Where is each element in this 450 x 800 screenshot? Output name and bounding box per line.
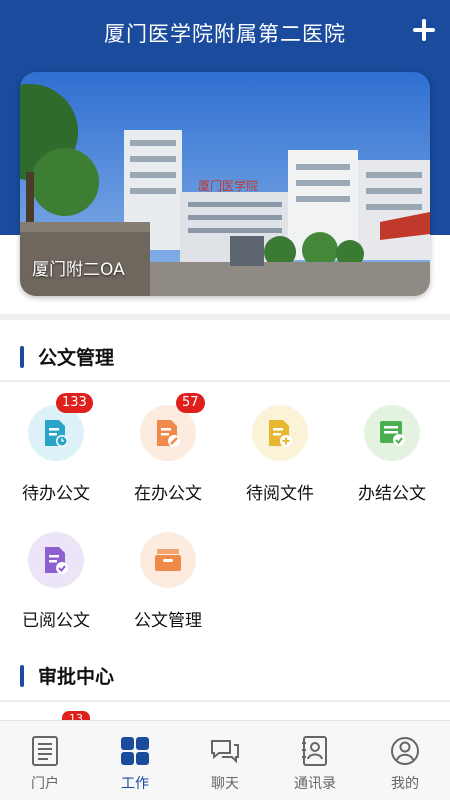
grid-item-doc-management[interactable]: 公文管理 bbox=[112, 532, 224, 652]
app-title: 厦门医学院附属第二医院 bbox=[104, 22, 346, 46]
section-title-approval: 审批中心 bbox=[20, 662, 114, 689]
portal-document-icon bbox=[32, 736, 58, 766]
user-profile-icon bbox=[391, 737, 419, 765]
count-badge: 133 bbox=[56, 393, 93, 413]
tab-mine[interactable]: 我的 bbox=[360, 721, 450, 800]
document-check-icon bbox=[364, 405, 420, 461]
section-accent-bar bbox=[20, 664, 24, 687]
grid-item-to-read-docs[interactable]: 待阅文件 bbox=[224, 405, 336, 525]
section-accent-bar bbox=[20, 345, 24, 368]
grid-item-label: 公文管理 bbox=[134, 611, 202, 631]
document-clock-icon bbox=[28, 405, 84, 461]
document-add-icon bbox=[252, 405, 308, 461]
banner-caption: 厦门附二OA bbox=[32, 260, 125, 280]
document-read-icon bbox=[28, 532, 84, 588]
tab-label: 门户 bbox=[31, 776, 59, 792]
contacts-book-icon bbox=[302, 736, 327, 766]
grid-item-read-docs[interactable]: 已阅公文 bbox=[0, 532, 112, 652]
tab-chat[interactable]: 聊天 bbox=[180, 721, 270, 800]
tab-label: 聊天 bbox=[211, 776, 239, 792]
count-badge: 57 bbox=[176, 393, 205, 413]
bottom-tab-bar: 门户 工作 聊天 通讯录 我的 bbox=[0, 720, 450, 800]
section-divider bbox=[0, 700, 450, 702]
grid-item-pending-docs[interactable]: 133 待办公文 bbox=[0, 393, 112, 525]
chat-bubbles-icon bbox=[211, 740, 239, 764]
tab-label: 通讯录 bbox=[294, 776, 336, 792]
grid-item-label: 已阅公文 bbox=[22, 611, 90, 631]
document-edit-icon bbox=[140, 405, 196, 461]
tab-contacts[interactable]: 通讯录 bbox=[270, 721, 360, 800]
grid-item-label: 办结公文 bbox=[358, 484, 426, 504]
svg-text:厦门医学院: 厦门医学院 bbox=[198, 178, 258, 193]
grid-item-label: 在办公文 bbox=[134, 484, 202, 504]
hospital-banner[interactable]: 厦门医学院 厦门附二OA bbox=[20, 72, 430, 296]
tab-label: 我的 bbox=[391, 776, 419, 792]
section-title-text: 公文管理 bbox=[38, 347, 115, 369]
archive-box-icon bbox=[140, 532, 196, 588]
grid-item-in-progress-docs[interactable]: 57 在办公文 bbox=[112, 393, 224, 525]
tab-portal[interactable]: 门户 bbox=[0, 721, 90, 800]
section-divider bbox=[0, 380, 450, 382]
section-title-docs: 公文管理 bbox=[20, 343, 114, 370]
tab-work[interactable]: 工作 bbox=[90, 721, 180, 800]
grid-item-completed-docs[interactable]: 办结公文 bbox=[336, 405, 448, 525]
section-divider bbox=[0, 314, 450, 320]
add-button[interactable] bbox=[408, 14, 440, 46]
grid-work-icon bbox=[121, 737, 149, 765]
grid-item-label: 待阅文件 bbox=[246, 484, 314, 504]
tab-label: 工作 bbox=[121, 776, 149, 792]
grid-item-label: 待办公文 bbox=[22, 484, 90, 504]
section-title-text: 审批中心 bbox=[38, 666, 115, 688]
